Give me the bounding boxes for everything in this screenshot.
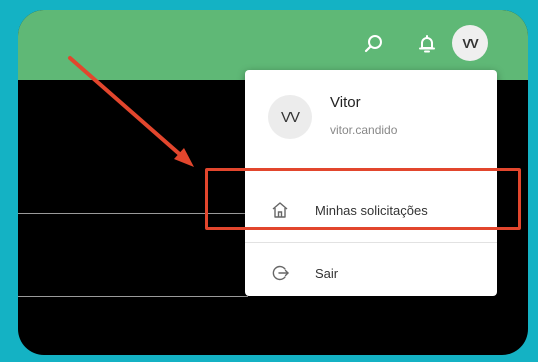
user-login: vitor.candido <box>330 123 398 137</box>
user-name: Vitor <box>330 94 361 111</box>
annotation-highlight-box <box>205 168 521 230</box>
user-avatar-button[interactable]: VV <box>452 25 488 61</box>
menu-avatar: VV <box>268 95 312 139</box>
menu-item-sair[interactable]: Sair <box>245 253 497 293</box>
app-window: VV VV Vitor vitor.candido Minhas solicit… <box>18 10 528 355</box>
menu-divider <box>245 242 497 243</box>
bell-icon[interactable] <box>414 31 440 57</box>
content-divider-line <box>18 296 248 297</box>
search-icon[interactable] <box>361 31 387 57</box>
menu-item-label: Sair <box>315 265 339 281</box>
logout-icon <box>269 262 291 284</box>
